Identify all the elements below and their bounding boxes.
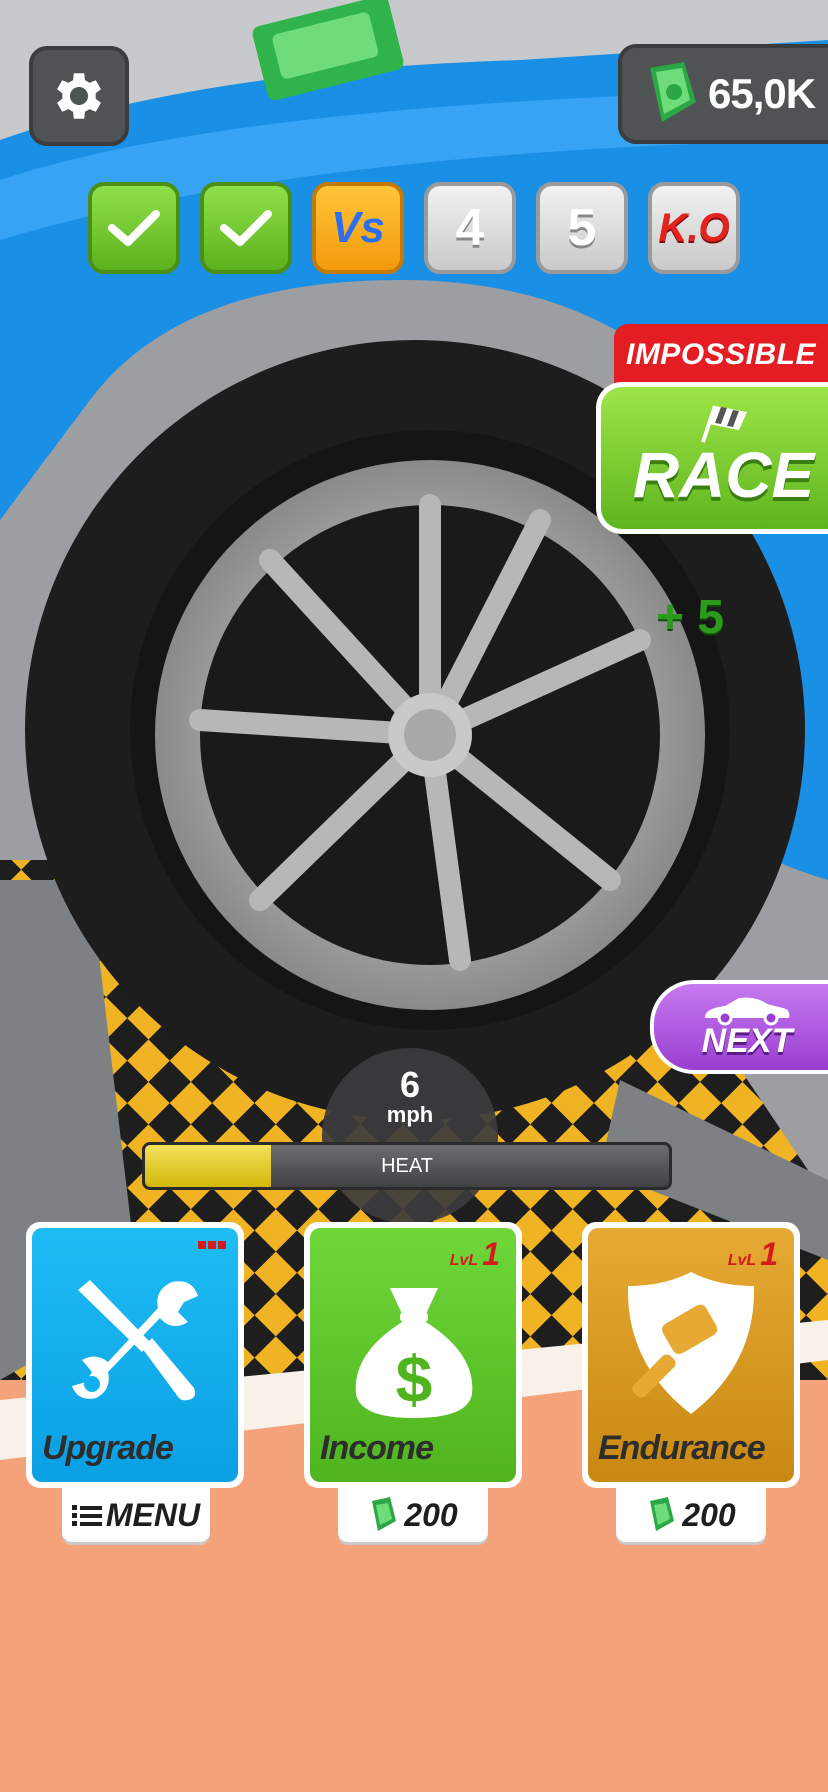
income-card-face: LvL 1 $ Income [310,1228,516,1482]
race-button[interactable]: RACE [596,382,828,534]
settings-button[interactable] [29,46,129,146]
game-scene: 65,0K Vs 4 5 K.O IMPOSSIBLE RACE + 5 NEX… [0,0,828,1792]
gear-icon [57,73,101,119]
stage-4: 4 [424,182,516,274]
stage-5: 5 [536,182,628,274]
endurance-cost-button[interactable]: 200 [616,1488,766,1542]
stage-progress: Vs 4 5 K.O [88,182,748,274]
endurance-card-face: LvL 1 Endurance [588,1228,794,1482]
speed-unit: mph [386,1102,434,1127]
cash-icon [372,1497,397,1531]
wrench-screwdriver-icon [72,1280,198,1401]
next-label: NEXT [701,1021,793,1060]
race-label: RACE [632,439,815,511]
income-level: LvL 1 [450,1236,500,1273]
money-counter: 65,0K [618,44,828,144]
stage-ko: K.O [648,182,740,274]
endurance-cost: 200 [682,1496,736,1533]
cash-icon [650,1497,675,1531]
income-level-value: 1 [482,1236,500,1272]
checkmark-icon [220,210,272,246]
endurance-level-value: 1 [760,1236,778,1272]
money-amount: 65,0K [708,70,816,117]
income-cost-button[interactable]: 200 [338,1488,488,1542]
stage-2-complete [200,182,292,274]
income-cost: 200 [404,1496,458,1533]
next-car-button[interactable]: NEXT [650,980,828,1074]
speed-value: 6 [399,1064,421,1105]
income-card[interactable]: LvL 1 $ Income [304,1222,522,1488]
upgrade-card[interactable]: Upgrade [26,1222,244,1488]
menu-label: MENU [105,1496,201,1533]
income-level-label: LvL [449,1252,479,1269]
menu-button[interactable]: MENU [62,1488,210,1542]
svg-text:$: $ [396,1342,433,1416]
stage-1-complete [88,182,180,274]
race-difficulty-tag: IMPOSSIBLE [614,324,828,386]
upgrade-title: Upgrade [42,1429,174,1467]
list-icon [71,1505,102,1526]
cash-stack-icon [650,62,696,122]
stage-vs: Vs [312,182,404,274]
endurance-card[interactable]: LvL 1 Endurance [582,1222,800,1488]
upgrade-card-face: Upgrade [32,1228,238,1482]
bonus-indicator: + 5 [656,591,725,644]
checkmark-icon [108,210,160,246]
shield-hammer-icon [627,1272,755,1414]
speedometer: 6 mph [322,1048,498,1224]
endurance-title: Endurance [598,1429,766,1467]
heat-bar: HEAT [142,1142,672,1190]
heat-label: HEAT [381,1154,433,1177]
income-title: Income [320,1429,434,1467]
money-bag-icon: $ [355,1288,473,1418]
menu-dots-icon [196,1236,226,1254]
endurance-level-label: LvL [727,1252,757,1269]
